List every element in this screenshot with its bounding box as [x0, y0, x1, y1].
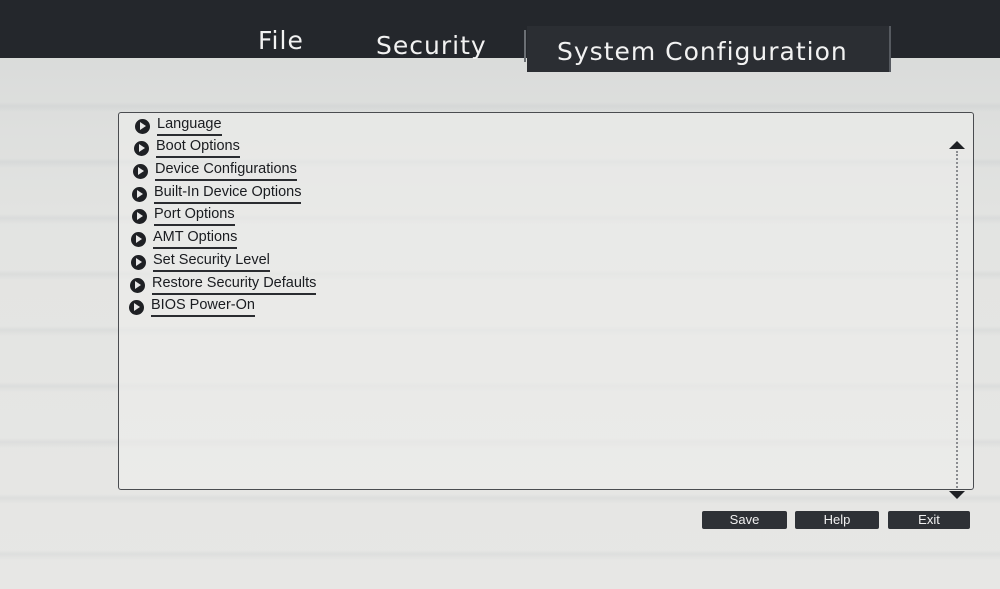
menu-item-language[interactable]: Language: [135, 116, 222, 136]
menu-item-restore-security-defaults[interactable]: Restore Security Defaults: [130, 275, 317, 295]
exit-button[interactable]: Exit: [888, 511, 970, 529]
tab-file[interactable]: File: [258, 26, 304, 55]
menu-item-label: Language: [157, 116, 222, 136]
triangle-down-icon[interactable]: [949, 491, 965, 499]
play-circle-icon: [129, 299, 144, 315]
menu-item-label: Set Security Level: [153, 252, 270, 272]
tab-divider: [524, 30, 526, 62]
save-button[interactable]: Save: [702, 511, 787, 529]
menu-item-bios-power-on[interactable]: BIOS Power-On: [129, 297, 255, 317]
menu-item-label: Built-In Device Options: [154, 184, 302, 204]
play-circle-icon: [132, 208, 147, 224]
menu-item-device-configurations[interactable]: Device Configurations: [133, 161, 297, 181]
menu-item-label: Device Configurations: [155, 161, 297, 181]
play-circle-icon: [133, 163, 148, 179]
menu-item-label: AMT Options: [153, 229, 238, 249]
play-circle-icon: [130, 277, 145, 293]
play-circle-icon: [131, 254, 146, 270]
tab-security[interactable]: Security: [376, 31, 487, 60]
menu-item-label: Port Options: [154, 206, 235, 226]
play-circle-icon: [135, 118, 150, 134]
play-circle-icon: [134, 140, 149, 156]
menu-item-built-in-device-options[interactable]: Built-In Device Options: [132, 184, 302, 204]
menu-item-set-security-level[interactable]: Set Security Level: [131, 252, 270, 272]
menu-item-label: BIOS Power-On: [151, 297, 255, 317]
help-button[interactable]: Help: [795, 511, 879, 529]
menu-item-amt-options[interactable]: AMT Options: [131, 229, 238, 249]
scroll-track[interactable]: [956, 151, 958, 488]
menu-item-label: Boot Options: [156, 138, 240, 158]
vertical-scrollbar[interactable]: [948, 137, 966, 501]
options-panel: Language Boot Options Device Configurati…: [118, 112, 974, 499]
menu-item-label: Restore Security Defaults: [152, 275, 317, 295]
menu-item-port-options[interactable]: Port Options: [132, 206, 235, 226]
play-circle-icon: [132, 186, 147, 202]
play-circle-icon: [131, 231, 146, 247]
top-menu-bar: File Security System Configuration: [0, 0, 1000, 72]
tab-system-configuration[interactable]: System Configuration: [557, 37, 848, 66]
triangle-up-icon[interactable]: [949, 141, 965, 149]
menu-item-boot-options[interactable]: Boot Options: [134, 138, 240, 158]
